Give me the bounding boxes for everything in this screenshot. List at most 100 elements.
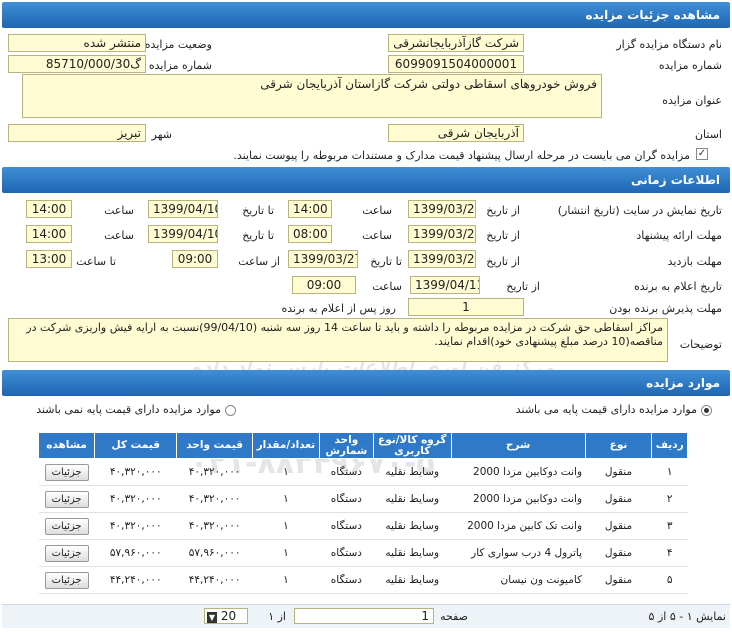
visit-from-date-field: 1399/03/20	[408, 250, 476, 268]
col-unit: واحد شمارش	[318, 432, 374, 459]
announce-time-label: ساعت	[372, 280, 402, 293]
offer-to-time-label: ساعت	[104, 229, 134, 242]
row-type: منقول	[585, 512, 652, 540]
col-unit-price: قیمت واحد	[176, 432, 253, 459]
site-from-date-label: از تاریخ	[486, 204, 520, 217]
site-from-time-field: 14:00	[288, 200, 332, 218]
details-header: مشاهده جزئیات مزایده	[2, 2, 730, 28]
table-row: ۳ منقول وانت تک کابین مزدا 2000 وسایط نق…	[38, 512, 688, 540]
row-number: ۱	[651, 458, 688, 486]
title-label: عنوان مزایده	[662, 94, 722, 107]
row-group: وسایط نقلیه	[373, 566, 452, 594]
ref-number-field: گ85710/000/30	[8, 55, 146, 73]
visit-from-time-label: از ساعت	[238, 255, 280, 268]
details-button[interactable]: جزئیات	[44, 490, 89, 508]
offer-to-date-field: 1399/04/10	[148, 225, 218, 243]
col-total: قیمت کل	[94, 432, 178, 459]
col-view: مشاهده	[37, 432, 96, 459]
announce-from-date-label: از تاریخ	[506, 280, 540, 293]
row-desc: پاترول 4 درب سواری کار	[451, 539, 586, 567]
notice-text: مزایده گران می بایست در مرحله ارسال پیشن…	[233, 149, 690, 162]
row-desc: وانت تک کابین مزدا 2000	[451, 512, 586, 540]
row-total: ۴۰,۳۲۰,۰۰۰	[94, 485, 177, 513]
page-label: صفحه	[440, 610, 468, 623]
table-row: ۲ منقول وانت دوکابین مزدا 2000 وسایط نقل…	[38, 485, 688, 513]
row-group: وسایط نقلیه	[373, 485, 452, 513]
row-view-cell: جزئیات	[38, 458, 95, 486]
announce-date-field: 1399/04/11	[410, 276, 480, 294]
details-button[interactable]: جزئیات	[44, 463, 89, 481]
site-from-time-label: ساعت	[362, 204, 392, 217]
row-desc: وانت دوکابین مزدا 2000	[451, 485, 586, 513]
table-row: ۱ منقول وانت دوکابین مزدا 2000 وسایط نقل…	[38, 458, 688, 486]
row-number: ۴	[651, 539, 688, 567]
row-number: ۳	[651, 512, 688, 540]
site-to-date-field: 1399/04/10	[148, 200, 218, 218]
offer-from-date-field: 1399/03/28	[408, 225, 476, 243]
chevron-down-icon: ▼	[207, 612, 217, 623]
organizer-label: نام دستگاه مزایده گزار	[616, 38, 722, 51]
row-unit: دستگاه	[319, 566, 374, 594]
description-field: مراکز اسقاطی حق شرکت در مزایده مربوطه را…	[8, 318, 668, 362]
row-unit-price: ۴۴,۲۴۰,۰۰۰	[176, 566, 253, 594]
site-to-date-label: تا تاریخ	[242, 204, 274, 217]
row-group: وسایط نقلیه	[373, 539, 452, 567]
col-group: گروه کالا/نوع کاربری	[372, 432, 452, 459]
row-total: ۴۰,۳۲۰,۰۰۰	[94, 512, 177, 540]
row-desc: کامیونت ون نیسان	[451, 566, 586, 594]
row-qty: ۱	[252, 458, 320, 486]
offer-to-time-field: 14:00	[26, 225, 72, 243]
province-field: آذربایجان شرقی	[388, 124, 524, 142]
radio-no-base[interactable]: موارد مزایده دارای قیمت پایه نمی باشند	[36, 403, 236, 416]
row-number: ۲	[651, 485, 688, 513]
visit-label: مهلت بازدید	[667, 255, 722, 268]
col-qty: تعداد/مقدار	[251, 432, 320, 459]
row-type: منقول	[585, 539, 652, 567]
status-field: منتشر شده	[8, 34, 146, 52]
visit-to-date-field: 1399/03/27	[288, 250, 358, 268]
radio-has-base-icon[interactable]	[701, 404, 712, 416]
offer-from-date-label: از تاریخ	[486, 229, 520, 242]
offer-from-time-field: 08:00	[288, 225, 332, 243]
row-qty: ۱	[252, 485, 320, 513]
col-desc: شرح	[450, 432, 586, 459]
row-number: ۵	[651, 566, 688, 594]
visit-to-time-label: تا ساعت	[76, 255, 116, 268]
items-header: موارد مزایده	[2, 370, 730, 396]
page-input[interactable]: 1	[294, 608, 434, 624]
row-total: ۴۰,۳۲۰,۰۰۰	[94, 458, 177, 486]
radio-no-base-icon[interactable]	[225, 404, 236, 416]
details-button[interactable]: جزئیات	[44, 544, 89, 562]
col-row: ردیف	[651, 432, 688, 459]
radio-has-base[interactable]: موارد مزایده دارای قیمت پایه می باشند	[516, 403, 712, 416]
pager-display: نمایش ۱ - ۵ از ۵	[648, 610, 726, 623]
site-to-time-label: ساعت	[104, 204, 134, 217]
row-unit-price: ۴۰,۳۲۰,۰۰۰	[176, 485, 253, 513]
province-label: استان	[694, 128, 722, 141]
accept-days-suffix: روز پس از اعلام به برنده	[281, 302, 396, 315]
row-unit: دستگاه	[319, 458, 374, 486]
page-size-select[interactable]: ▼ 20	[204, 608, 248, 624]
row-unit-price: ۵۷,۹۶۰,۰۰۰	[176, 539, 253, 567]
city-field: تبریز	[8, 124, 146, 142]
number-field: 6099091504000001	[388, 55, 524, 73]
visit-to-date-label: تا تاریخ	[370, 255, 402, 268]
row-total: ۴۴,۲۴۰,۰۰۰	[94, 566, 177, 594]
row-view-cell: جزئیات	[38, 566, 95, 594]
site-display-label: تاریخ نمایش در سایت (تاریخ انتشار)	[557, 204, 722, 217]
row-view-cell: جزئیات	[38, 539, 95, 567]
notice-checkbox[interactable]: ✓	[696, 148, 708, 160]
row-type: منقول	[585, 566, 652, 594]
table-row: ۴ منقول پاترول 4 درب سواری کار وسایط نقل…	[38, 539, 688, 567]
details-button[interactable]: جزئیات	[44, 571, 89, 589]
row-qty: ۱	[252, 539, 320, 567]
number-label: شماره مزایده	[658, 59, 722, 72]
details-button[interactable]: جزئیات	[44, 517, 89, 535]
visit-from-date-label: از تاریخ	[486, 255, 520, 268]
col-type: نوع	[584, 432, 653, 459]
row-unit: دستگاه	[319, 512, 374, 540]
row-qty: ۱	[252, 566, 320, 594]
row-total: ۵۷,۹۶۰,۰۰۰	[94, 539, 177, 567]
city-label: شهر	[151, 128, 172, 141]
row-view-cell: جزئیات	[38, 485, 95, 513]
